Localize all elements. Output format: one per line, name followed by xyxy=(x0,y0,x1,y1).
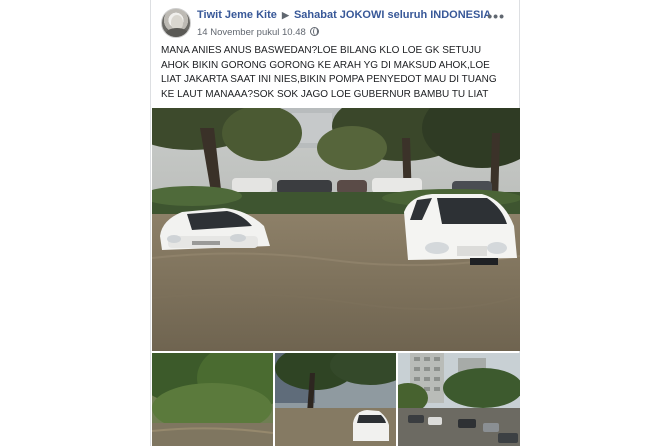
facebook-post: Tiwit Jeme Kite ▶ Sahabat JOKOWI seluruh… xyxy=(150,0,520,446)
thumb-1-illustration xyxy=(152,353,273,446)
post-text-line: MANA ANIES ANUS BASWEDAN?LOE BILANG KLO … xyxy=(161,45,482,56)
flood-photo-thumb-3[interactable] xyxy=(398,353,520,446)
more-options-icon[interactable]: ••• xyxy=(487,8,505,24)
post-header: Tiwit Jeme Kite ▶ Sahabat JOKOWI seluruh… xyxy=(161,8,511,42)
globe-icon xyxy=(309,27,319,36)
flood-scene-illustration xyxy=(152,108,520,351)
post-timestamp[interactable]: 14 November pukul 10.48 xyxy=(197,27,306,38)
photo-strip xyxy=(152,353,520,446)
post-text-line: AHOK BIKIN GORONG GORONG KE ARAH YG DI M… xyxy=(161,59,490,71)
thumb-2-illustration xyxy=(275,353,396,446)
group-name[interactable]: Sahabat JOKOWI seluruh INDONESIA xyxy=(294,9,491,21)
flood-photo-main[interactable] xyxy=(152,108,520,351)
right-triangle-icon: ▶ xyxy=(281,10,289,20)
author-line: Tiwit Jeme Kite ▶ Sahabat JOKOWI seluruh… xyxy=(197,9,491,21)
post-meta: 14 November pukul 10.48 xyxy=(197,27,319,38)
flood-photo-thumb-1[interactable] xyxy=(152,353,273,446)
post-text-line: KE LAUT MANAAA?SOK SOK JAGO LOE GUBERNUR… xyxy=(161,88,489,100)
author-name[interactable]: Tiwit Jeme Kite xyxy=(197,9,277,21)
author-avatar[interactable] xyxy=(161,8,191,38)
flood-photo-thumb-2[interactable] xyxy=(275,353,396,446)
avatar-shoulders xyxy=(165,28,189,37)
post-text: MANA ANIES ANUS BASWEDAN?LOE BILANG KLO … xyxy=(161,44,513,102)
thumb-3-illustration xyxy=(398,353,520,446)
post-text-line: LIAT JAKARTA SAAT INI NIES,BIKIN POMPA P… xyxy=(161,74,497,85)
